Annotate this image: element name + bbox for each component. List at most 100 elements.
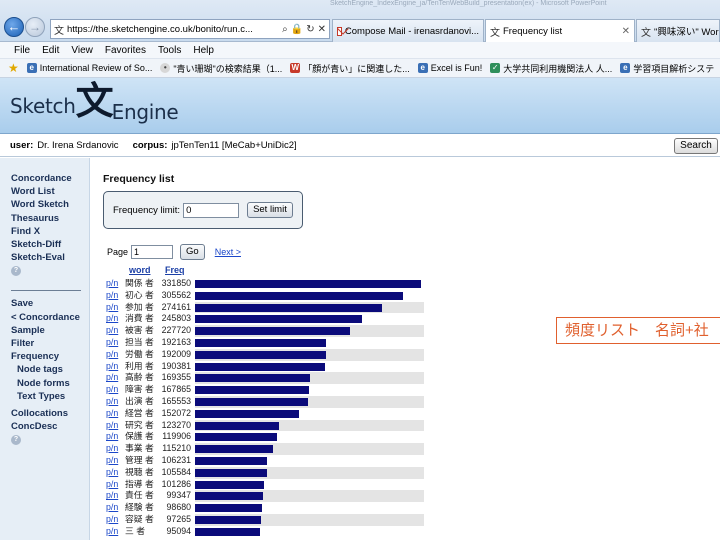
pn-link[interactable]: p/n — [106, 325, 118, 337]
sidebar-item-node-forms[interactable]: Node forms — [11, 377, 89, 390]
sidebar-item-node-tags[interactable]: Node tags — [11, 363, 89, 376]
page-label: Page — [107, 247, 129, 257]
gmail-icon — [337, 26, 342, 36]
table-row: p/n 高齢 者 169355 — [104, 372, 426, 385]
menu-item-help[interactable]: Help — [193, 45, 214, 56]
corpus-name[interactable]: jpTenTen11 [MeCab+UniDic2] — [171, 140, 296, 151]
sidebar-item-concdesc[interactable]: ConcDesc — [11, 420, 89, 433]
pn-link[interactable]: p/n — [106, 372, 118, 384]
pn-link[interactable]: p/n — [106, 431, 118, 443]
menu-item-edit[interactable]: Edit — [42, 45, 59, 56]
menu-item-view[interactable]: View — [71, 45, 93, 56]
pn-link[interactable]: p/n — [106, 349, 118, 361]
sidebar-item-concordance[interactable]: Concordance — [11, 172, 89, 185]
sidebar-item-word-sketch[interactable]: Word Sketch — [11, 198, 89, 211]
sidebar-item-sample[interactable]: Sample — [11, 324, 89, 337]
search-button[interactable]: Search — [674, 138, 718, 154]
table-row: p/n 出演 者 165553 — [104, 395, 426, 408]
pn-link[interactable]: p/n — [106, 467, 118, 479]
favorite-link[interactable]: e International Review of So... — [26, 63, 152, 73]
window-title: SketchEngine_IndexEngine_ja/TenTenWebBui… — [330, 0, 607, 7]
pn-link[interactable]: p/n — [106, 384, 118, 396]
pn-link[interactable]: p/n — [106, 313, 118, 325]
favorite-link[interactable]: W 「顔が青い」に関連した... — [290, 62, 410, 75]
freq-cell: 101286 — [161, 478, 191, 489]
sidebar-item-collocations[interactable]: Collocations — [11, 407, 89, 420]
sidebar-item-text-types[interactable]: Text Types — [11, 390, 89, 403]
pn-link[interactable]: p/n — [106, 396, 118, 408]
search-icon[interactable]: ⌕ — [282, 24, 288, 35]
freq-cell: 274161 — [161, 301, 191, 312]
pn-link[interactable]: p/n — [106, 455, 118, 467]
page-input[interactable]: 1 — [131, 245, 174, 259]
frequency-table: word Freq p/n 関係 者 331850 p/n 初心 者 305562 p/n 参… — [104, 264, 426, 538]
column-header-freq[interactable]: Freq — [165, 265, 185, 275]
table-row: p/n 三 者 95094 — [104, 526, 426, 538]
help-icon[interactable]: ? — [11, 266, 21, 277]
freq-cell: 99347 — [166, 490, 191, 501]
pn-link[interactable]: p/n — [106, 479, 118, 491]
set-limit-button[interactable]: Set limit — [247, 202, 293, 218]
pn-link[interactable]: p/n — [106, 361, 118, 373]
pn-link[interactable]: p/n — [106, 502, 118, 514]
table-row: p/n 経験 者 98680 — [104, 502, 426, 514]
address-bar[interactable]: 文 https://the.sketchengine.co.uk/bonito/… — [50, 19, 330, 39]
favorite-link[interactable]: • "青い珊瑚"の検索結果（1... — [160, 62, 282, 75]
help-icon[interactable]: ? — [11, 435, 21, 446]
sidebar-item-frequency[interactable]: Frequency — [11, 350, 89, 363]
pn-link[interactable]: p/n — [106, 290, 118, 302]
sidebar-item-sketch-eval[interactable]: Sketch-Eval — [11, 251, 89, 264]
tab-compose-mail[interactable]: Compose Mail - irenasrdanovi... — [332, 19, 484, 42]
sidebar-item-sketch-diff[interactable]: Sketch-Diff — [11, 238, 89, 251]
pn-link[interactable]: p/n — [106, 408, 118, 420]
column-header-word[interactable]: word — [129, 265, 151, 275]
sidebar-item-find-x[interactable]: Find X — [11, 225, 89, 238]
frequency-limit-label: Frequency limit: — [113, 204, 181, 216]
table-row: p/n 障害 者 167865 — [104, 384, 426, 396]
go-button[interactable]: Go — [180, 244, 205, 260]
pn-link[interactable]: p/n — [106, 420, 118, 432]
sidebar-item-filter[interactable]: Filter — [11, 337, 89, 350]
table-row: p/n 事業 者 115210 — [104, 443, 426, 455]
pn-link[interactable]: p/n — [106, 443, 118, 455]
menu-bar: File Edit View Favorites Tools Help — [0, 42, 720, 59]
sidebar-item-concordance[interactable]: < Concordance — [11, 311, 89, 324]
sketchengine-logo[interactable]: Sketch 文 Engine — [10, 81, 179, 125]
pn-link[interactable]: p/n — [106, 490, 118, 502]
table-row: p/n 視聴 者 105584 — [104, 466, 426, 479]
menu-item-file[interactable]: File — [14, 45, 30, 56]
next-page-link[interactable]: Next > — [215, 247, 241, 257]
sidebar: Concordance Word List Word Sketch Thesaurus… — [0, 158, 90, 540]
sidebar-item-save[interactable]: Save — [11, 297, 89, 310]
favorite-link[interactable]: e Excel is Fun! — [417, 63, 482, 73]
favorite-link[interactable]: ✓ 大学共同利用機関法人 人... — [490, 62, 612, 75]
frequency-limit-input[interactable]: 0 — [183, 202, 240, 218]
pn-link[interactable]: p/n — [106, 302, 118, 314]
close-tab-icon[interactable]: ✕ — [622, 26, 630, 37]
forward-button[interactable]: → — [25, 17, 45, 37]
refresh-icon[interactable]: ↻ — [306, 24, 314, 35]
tab-frequency-list[interactable]: 文 Frequency list ✕ — [485, 19, 635, 43]
close-icon[interactable]: ✕ — [318, 24, 326, 35]
menu-item-favorites[interactable]: Favorites — [105, 45, 146, 56]
pn-link[interactable]: p/n — [106, 526, 118, 538]
pagination: Page 1 Go Next > — [107, 244, 241, 260]
sketchengine-icon: 文 — [54, 25, 64, 37]
address-url: https://the.sketchengine.co.uk/bonito/ru… — [67, 23, 253, 35]
favorite-link[interactable]: e 学習項目解析システ — [620, 62, 714, 75]
word-cell: 三 者 — [125, 525, 146, 536]
freq-bar — [195, 291, 403, 300]
pn-link[interactable]: p/n — [106, 278, 118, 290]
sidebar-item-word-list[interactable]: Word List — [11, 185, 89, 198]
menu-item-tools[interactable]: Tools — [158, 45, 181, 56]
freq-cell: 123270 — [161, 419, 191, 430]
favorites-bar: ★ e International Review of So... • "青い珊瑚"… — [0, 59, 720, 78]
back-button[interactable]: ← — [4, 17, 24, 37]
pn-link[interactable]: p/n — [106, 337, 118, 349]
favorites-star-icon[interactable]: ★ — [8, 61, 19, 75]
table-header: word Freq — [104, 264, 426, 278]
pn-link[interactable]: p/n — [106, 514, 118, 526]
tab-word[interactable]: 文 "興味深い" Word — [636, 19, 720, 42]
sidebar-item-thesaurus[interactable]: Thesaurus — [11, 212, 89, 225]
table-row: p/n 研究 者 123270 — [104, 419, 426, 432]
